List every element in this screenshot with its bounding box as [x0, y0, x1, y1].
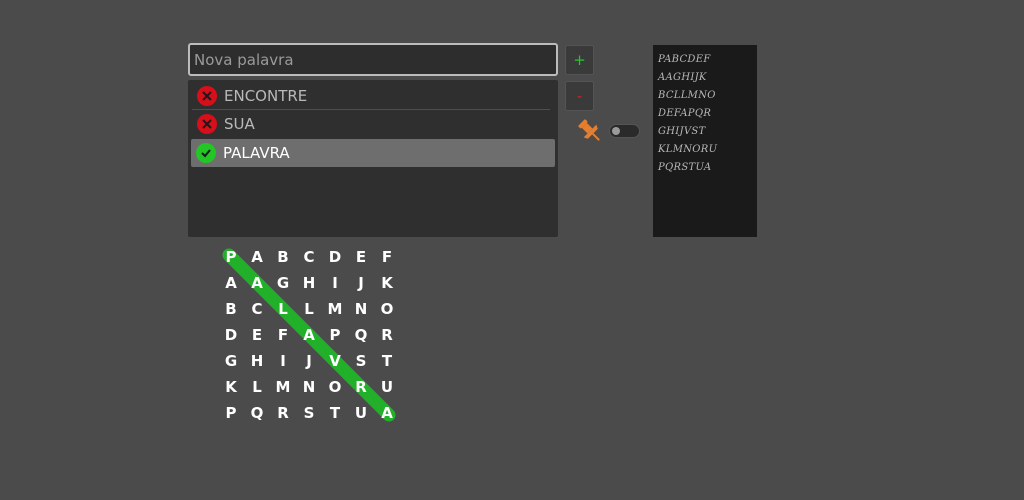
x-circle-icon	[197, 85, 217, 106]
grid-cell[interactable]: F	[374, 244, 400, 270]
new-word-field[interactable]	[188, 43, 558, 76]
grid-cell[interactable]: T	[322, 400, 348, 426]
word-list-item[interactable]: SUA	[192, 110, 550, 138]
preview-line: BCLLMNO	[658, 90, 716, 101]
grid-cell[interactable]: U	[374, 374, 400, 400]
grid-cell[interactable]: V	[322, 348, 348, 374]
add-word-button[interactable]: +	[565, 45, 594, 75]
word-label: ENCONTRE	[224, 86, 308, 105]
word-search-grid[interactable]: PABCDEFAAGHIJKBCLLMNODEFAPQRGHIJVSTKLMNO…	[218, 244, 400, 426]
grid-cell[interactable]: T	[374, 348, 400, 374]
preview-line: DEFAPQR	[658, 108, 712, 119]
grid-cell[interactable]: R	[374, 322, 400, 348]
grid-cell[interactable]: S	[296, 400, 322, 426]
grid-cell[interactable]: C	[296, 244, 322, 270]
preview-line: KLMNORU	[658, 144, 718, 155]
grid-cell[interactable]: A	[296, 322, 322, 348]
word-list: ENCONTRE SUA PALAVRA	[188, 80, 558, 237]
preview-line: GHIJVST	[658, 126, 706, 137]
grid-cell[interactable]: R	[348, 374, 374, 400]
pin-toggle[interactable]	[609, 124, 640, 138]
grid-cell[interactable]: L	[244, 374, 270, 400]
preview-line: AAGHIJK	[658, 72, 707, 83]
grid-cell[interactable]: G	[270, 270, 296, 296]
grid-cell[interactable]: I	[322, 270, 348, 296]
grid-cell[interactable]: A	[218, 270, 244, 296]
grid-cell[interactable]: D	[218, 322, 244, 348]
grid-cell[interactable]: F	[270, 322, 296, 348]
grid-cell[interactable]: Q	[348, 322, 374, 348]
grid-cell[interactable]: C	[244, 296, 270, 322]
grid-cell[interactable]: E	[348, 244, 374, 270]
check-circle-icon	[196, 143, 216, 163]
grid-cell[interactable]: P	[322, 322, 348, 348]
grid-cell[interactable]: H	[244, 348, 270, 374]
grid-cell[interactable]: G	[218, 348, 244, 374]
grid-cell[interactable]: N	[296, 374, 322, 400]
grid-cell[interactable]: A	[244, 270, 270, 296]
grid-cell[interactable]: R	[270, 400, 296, 426]
preview-line: PQRSTUA	[658, 162, 712, 173]
grid-cell[interactable]: Q	[244, 400, 270, 426]
grid-cell[interactable]: P	[218, 244, 244, 270]
grid-cell[interactable]: E	[244, 322, 270, 348]
grid-cell[interactable]: S	[348, 348, 374, 374]
grid-cell[interactable]: D	[322, 244, 348, 270]
grid-cell[interactable]: B	[218, 296, 244, 322]
grid-cell[interactable]: M	[270, 374, 296, 400]
word-label: PALAVRA	[223, 144, 290, 162]
grid-cell[interactable]: O	[374, 296, 400, 322]
grid-cell[interactable]: K	[218, 374, 244, 400]
grid-cell[interactable]: K	[374, 270, 400, 296]
grid-cell[interactable]: A	[374, 400, 400, 426]
grid-cell[interactable]: M	[322, 296, 348, 322]
remove-word-button[interactable]: -	[565, 81, 594, 111]
grid-cell[interactable]: J	[348, 270, 374, 296]
new-word-input[interactable]	[190, 45, 556, 74]
grid-cell[interactable]: A	[244, 244, 270, 270]
grid-cell[interactable]: N	[348, 296, 374, 322]
grid-cell[interactable]: J	[296, 348, 322, 374]
pin-icon[interactable]	[575, 116, 605, 146]
grid-text-preview: PABCDEF AAGHIJK BCLLMNO DEFAPQR GHIJVST …	[653, 45, 757, 237]
x-circle-icon	[197, 114, 217, 134]
grid-cell[interactable]: U	[348, 400, 374, 426]
grid-cell[interactable]: O	[322, 374, 348, 400]
plus-icon: +	[573, 51, 586, 69]
grid-cell[interactable]: I	[270, 348, 296, 374]
minus-icon: -	[576, 87, 583, 105]
grid-cell[interactable]: H	[296, 270, 322, 296]
preview-line: PABCDEF	[658, 54, 711, 65]
grid-cell[interactable]: P	[218, 400, 244, 426]
word-list-item[interactable]: ENCONTRE	[192, 82, 550, 110]
grid-cell[interactable]: L	[270, 296, 296, 322]
grid-cell[interactable]: B	[270, 244, 296, 270]
toggle-knob	[612, 127, 620, 135]
grid-cell[interactable]: L	[296, 296, 322, 322]
word-list-item-selected[interactable]: PALAVRA	[191, 139, 555, 167]
word-label: SUA	[224, 115, 255, 133]
